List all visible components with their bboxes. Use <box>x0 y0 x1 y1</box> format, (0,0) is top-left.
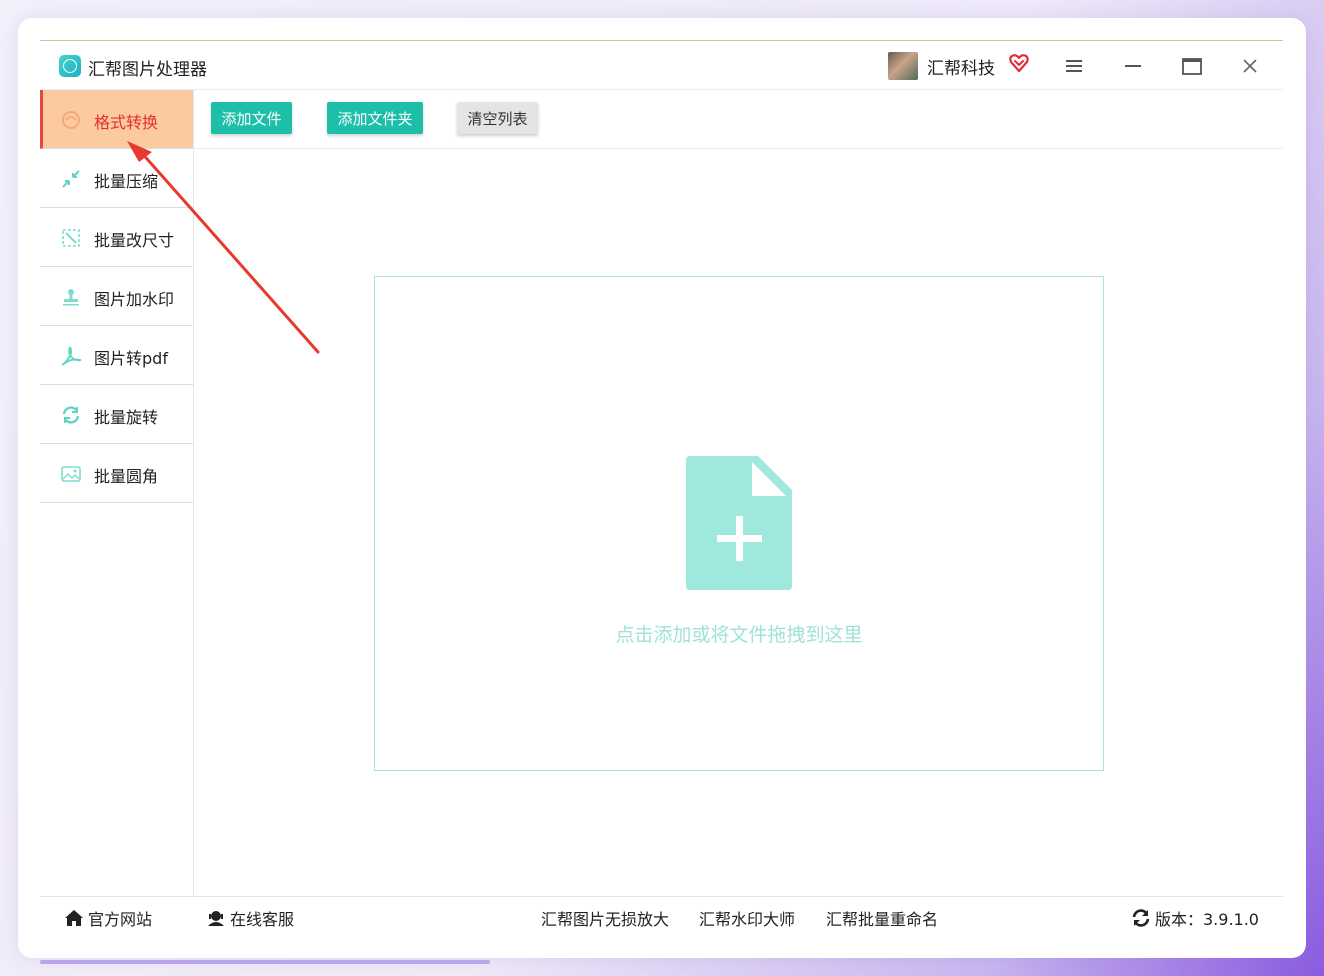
product-link-rename[interactable]: 汇帮批量重命名 <box>826 906 938 930</box>
close-icon <box>1243 59 1257 73</box>
hamburger-icon <box>1066 60 1082 72</box>
rotate-icon <box>62 406 80 424</box>
version-label: 版本：3.9.1.0 <box>1155 910 1259 929</box>
minimize-icon <box>1125 65 1141 67</box>
file-drop-zone[interactable]: 点击添加或将文件拖拽到这里 <box>374 276 1104 771</box>
online-support-link[interactable]: 在线客服 <box>206 906 294 930</box>
maximize-icon <box>1182 57 1202 75</box>
sidebar-item-label: 批量压缩 <box>94 172 159 191</box>
file-add-icon <box>686 456 792 590</box>
drop-hint-text: 点击添加或将文件拖拽到这里 <box>615 624 863 646</box>
home-icon <box>65 910 83 926</box>
sidebar-item-label: 批量旋转 <box>94 408 159 427</box>
sidebar-item-label: 图片转pdf <box>94 349 168 368</box>
official-website-link[interactable]: 官方网站 <box>64 906 152 930</box>
maximize-button[interactable] <box>1174 51 1210 81</box>
toolbar: 添加文件 添加文件夹 清空列表 <box>194 90 1283 149</box>
add-folder-button[interactable]: 添加文件夹 <box>327 102 423 134</box>
watermark-icon <box>63 289 79 306</box>
add-file-button[interactable]: 添加文件 <box>211 102 292 134</box>
official-website-label: 官方网站 <box>88 910 153 929</box>
refresh-icon <box>1132 909 1150 927</box>
sidebar-item-resize[interactable]: 批量改尺寸 <box>40 208 193 267</box>
sidebar-item-label: 格式转换 <box>94 113 159 132</box>
app-logo-icon <box>59 55 81 77</box>
rounded-corner-icon <box>61 466 81 482</box>
sidebar-item-format-convert[interactable]: 格式转换 <box>40 90 193 149</box>
menu-button[interactable] <box>1056 51 1092 81</box>
horizontal-scrollbar[interactable] <box>40 960 490 964</box>
sidebar-item-label: 批量圆角 <box>94 467 159 486</box>
sidebar-item-rotate[interactable]: 批量旋转 <box>40 385 193 444</box>
sidebar-item-label: 批量改尺寸 <box>94 231 175 250</box>
close-button[interactable] <box>1232 51 1268 81</box>
avatar[interactable] <box>888 52 918 80</box>
resize-icon <box>62 229 80 247</box>
app-title: 汇帮图片处理器 <box>88 60 207 80</box>
product-link-upscale[interactable]: 汇帮图片无损放大 <box>541 906 669 930</box>
sidebar-item-rounded-corner[interactable]: 批量圆角 <box>40 444 193 503</box>
version-info[interactable]: 版本：3.9.1.0 <box>1131 906 1259 930</box>
sidebar-item-watermark[interactable]: 图片加水印 <box>40 267 193 326</box>
format-convert-icon <box>62 111 80 129</box>
sidebar-item-label: 图片加水印 <box>94 290 175 309</box>
product-link-watermark[interactable]: 汇帮水印大师 <box>699 906 795 930</box>
pdf-icon <box>61 346 82 366</box>
online-support-label: 在线客服 <box>230 910 295 929</box>
app-window: 汇帮图片处理器 汇帮科技 格式转换 批量压缩 批量改尺寸 图片加水印 图片转pd… <box>40 40 1283 937</box>
clear-list-button[interactable]: 清空列表 <box>457 102 538 134</box>
company-name[interactable]: 汇帮科技 <box>927 54 995 79</box>
vip-heart-icon[interactable] <box>1008 52 1030 74</box>
sidebar-item-compress[interactable]: 批量压缩 <box>40 149 193 208</box>
sidebar-item-pdf[interactable]: 图片转pdf <box>40 326 193 385</box>
footer: 官方网站 在线客服 汇帮图片无损放大 汇帮水印大师 汇帮批量重命名 版本：3.9… <box>40 896 1283 937</box>
support-agent-icon <box>208 911 224 926</box>
sidebar: 格式转换 批量压缩 批量改尺寸 图片加水印 图片转pdf 批量旋转 批量圆角 <box>40 90 194 896</box>
compress-icon <box>62 170 80 188</box>
minimize-button[interactable] <box>1115 51 1151 81</box>
title-bar: 汇帮图片处理器 汇帮科技 <box>40 41 1283 90</box>
